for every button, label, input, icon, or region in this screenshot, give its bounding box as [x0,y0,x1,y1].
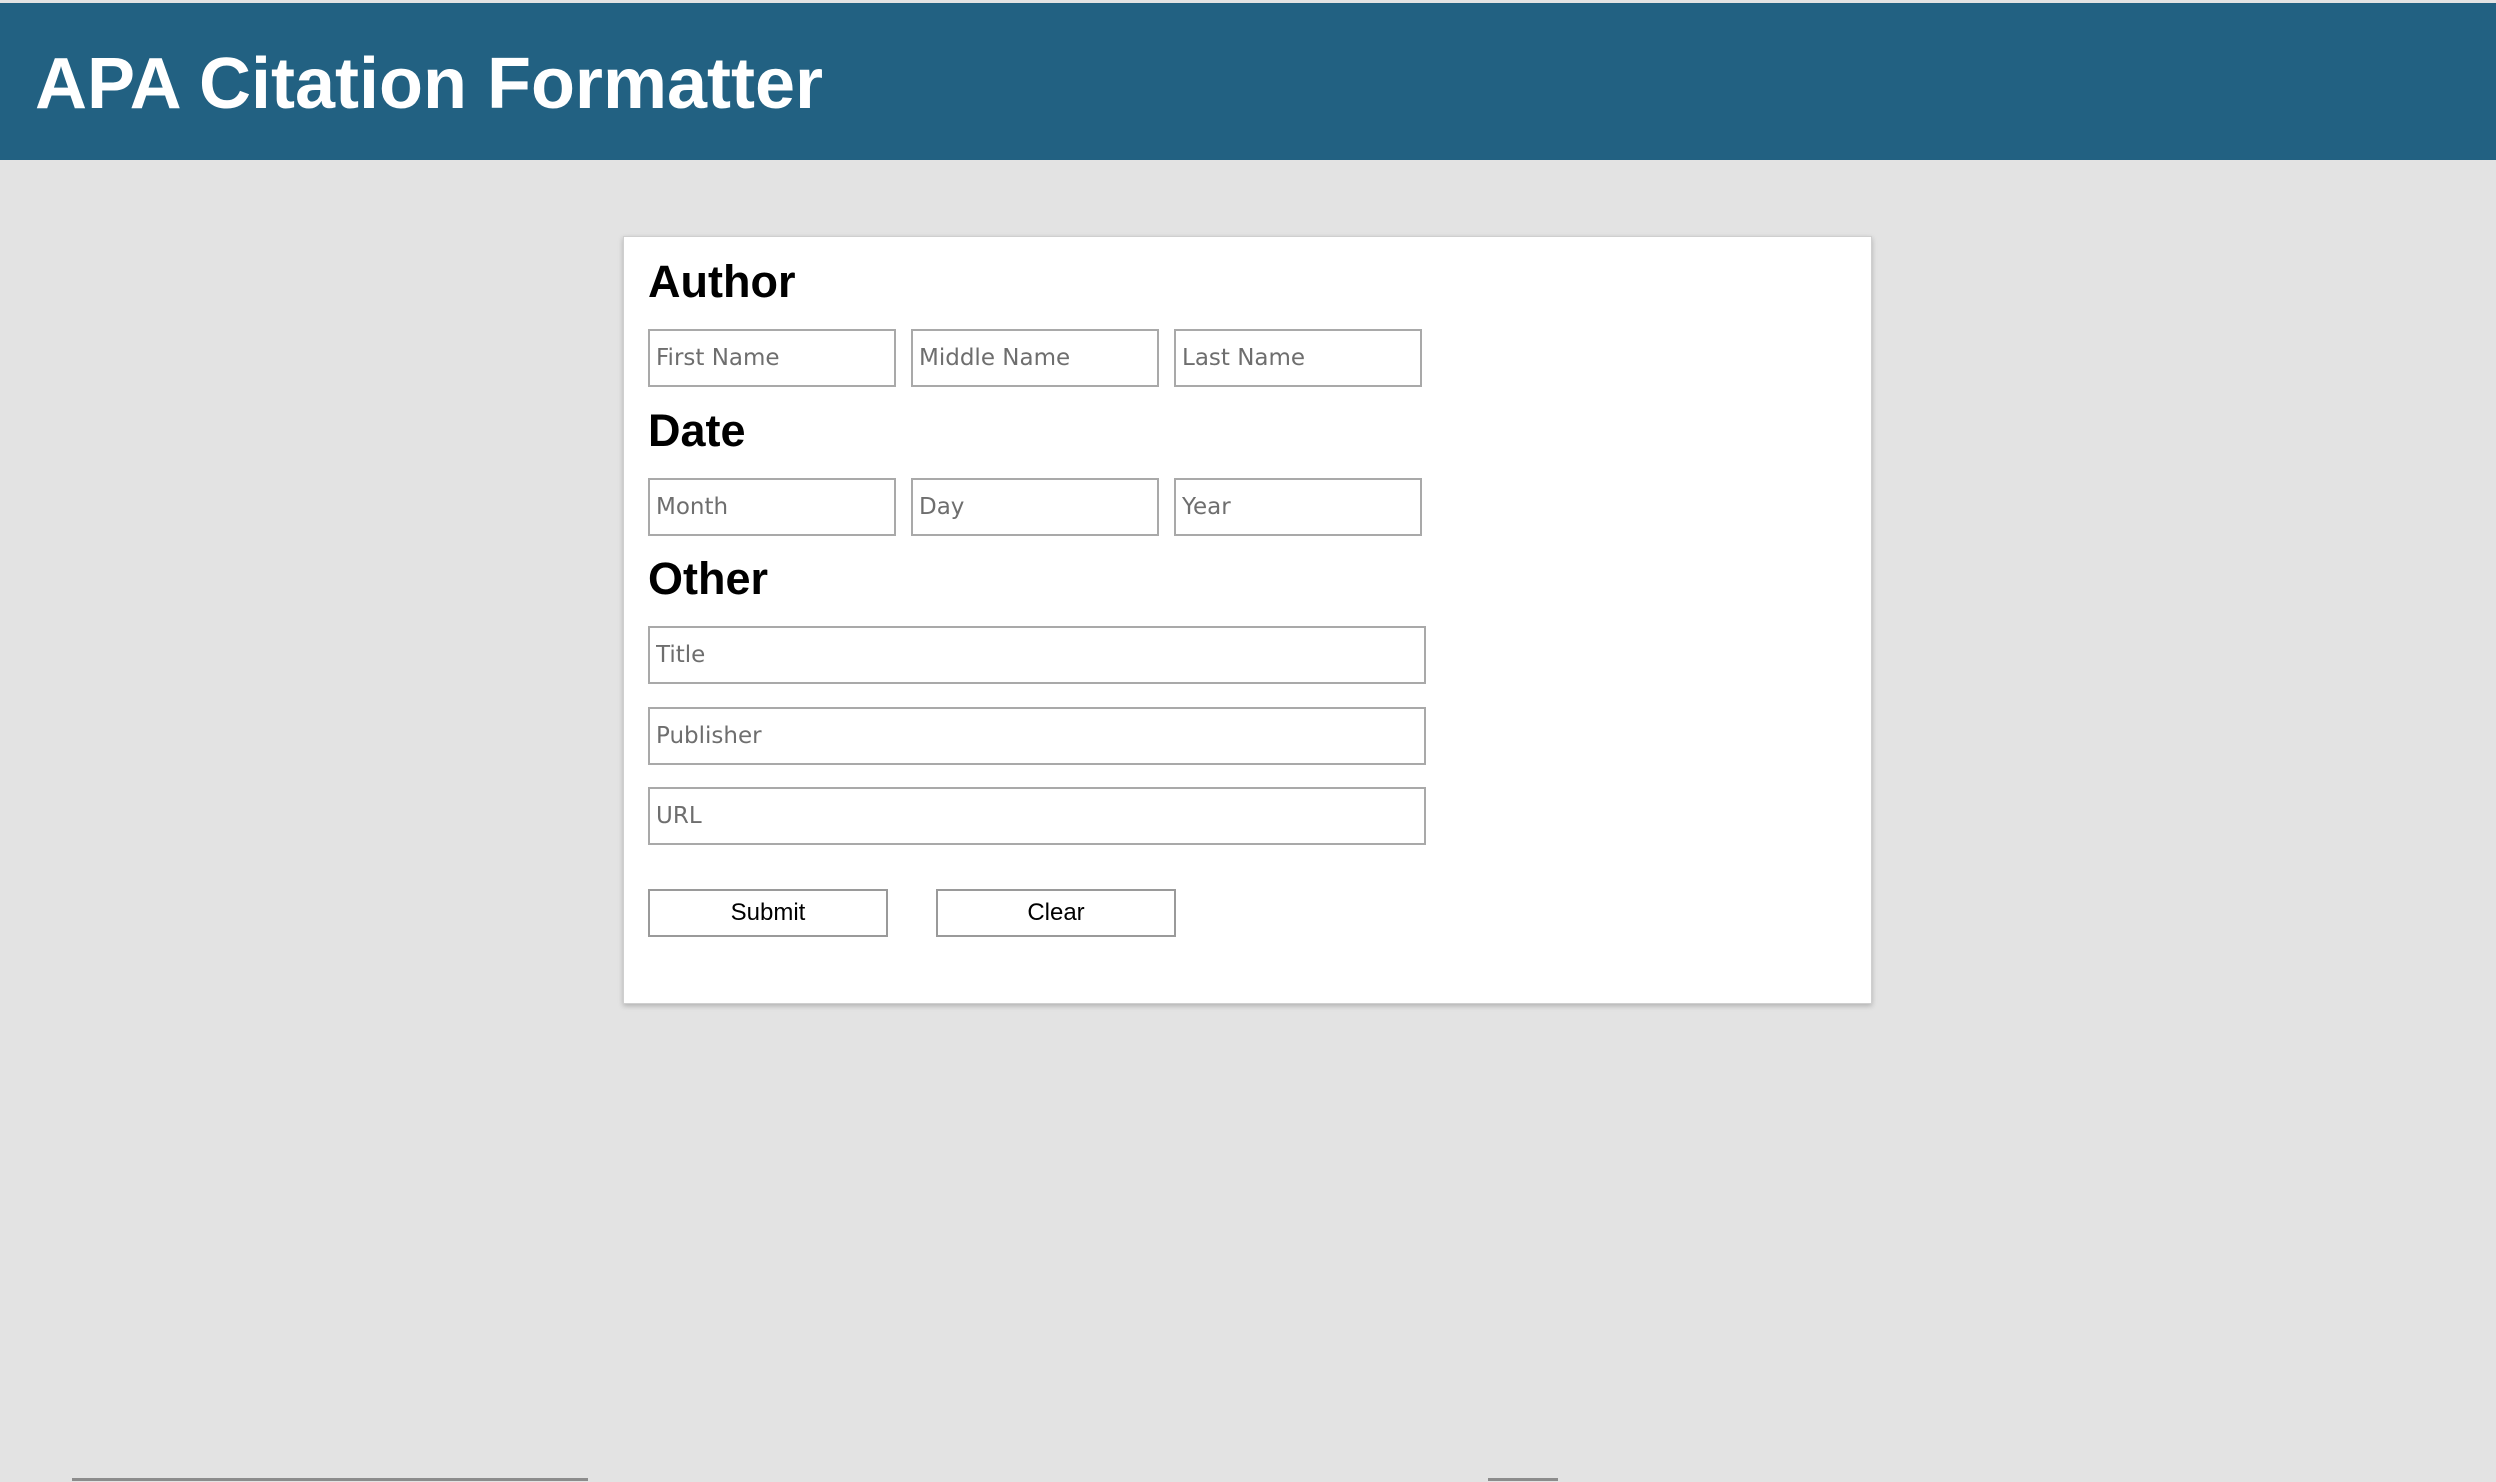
bottom-divider [72,1478,588,1481]
publisher-field[interactable] [648,707,1426,765]
date-section-heading: Date [648,405,746,456]
url-field[interactable] [648,787,1426,845]
other-section-heading: Other [648,553,769,604]
app-header: APA Citation Formatter [0,3,2496,160]
title-field[interactable] [648,626,1426,684]
author-section-heading: Author [648,256,796,307]
clear-button[interactable]: Clear [936,889,1176,937]
citation-form-card: Author Date Other Submit Clear [623,236,1872,1004]
page-title: APA Citation Formatter [35,44,824,124]
month-field[interactable] [648,478,896,536]
middle-name-field[interactable] [911,329,1159,387]
submit-button[interactable]: Submit [648,889,888,937]
day-field[interactable] [911,478,1159,536]
bottom-divider [1488,1478,1558,1481]
first-name-field[interactable] [648,329,896,387]
year-field[interactable] [1174,478,1422,536]
last-name-field[interactable] [1174,329,1422,387]
